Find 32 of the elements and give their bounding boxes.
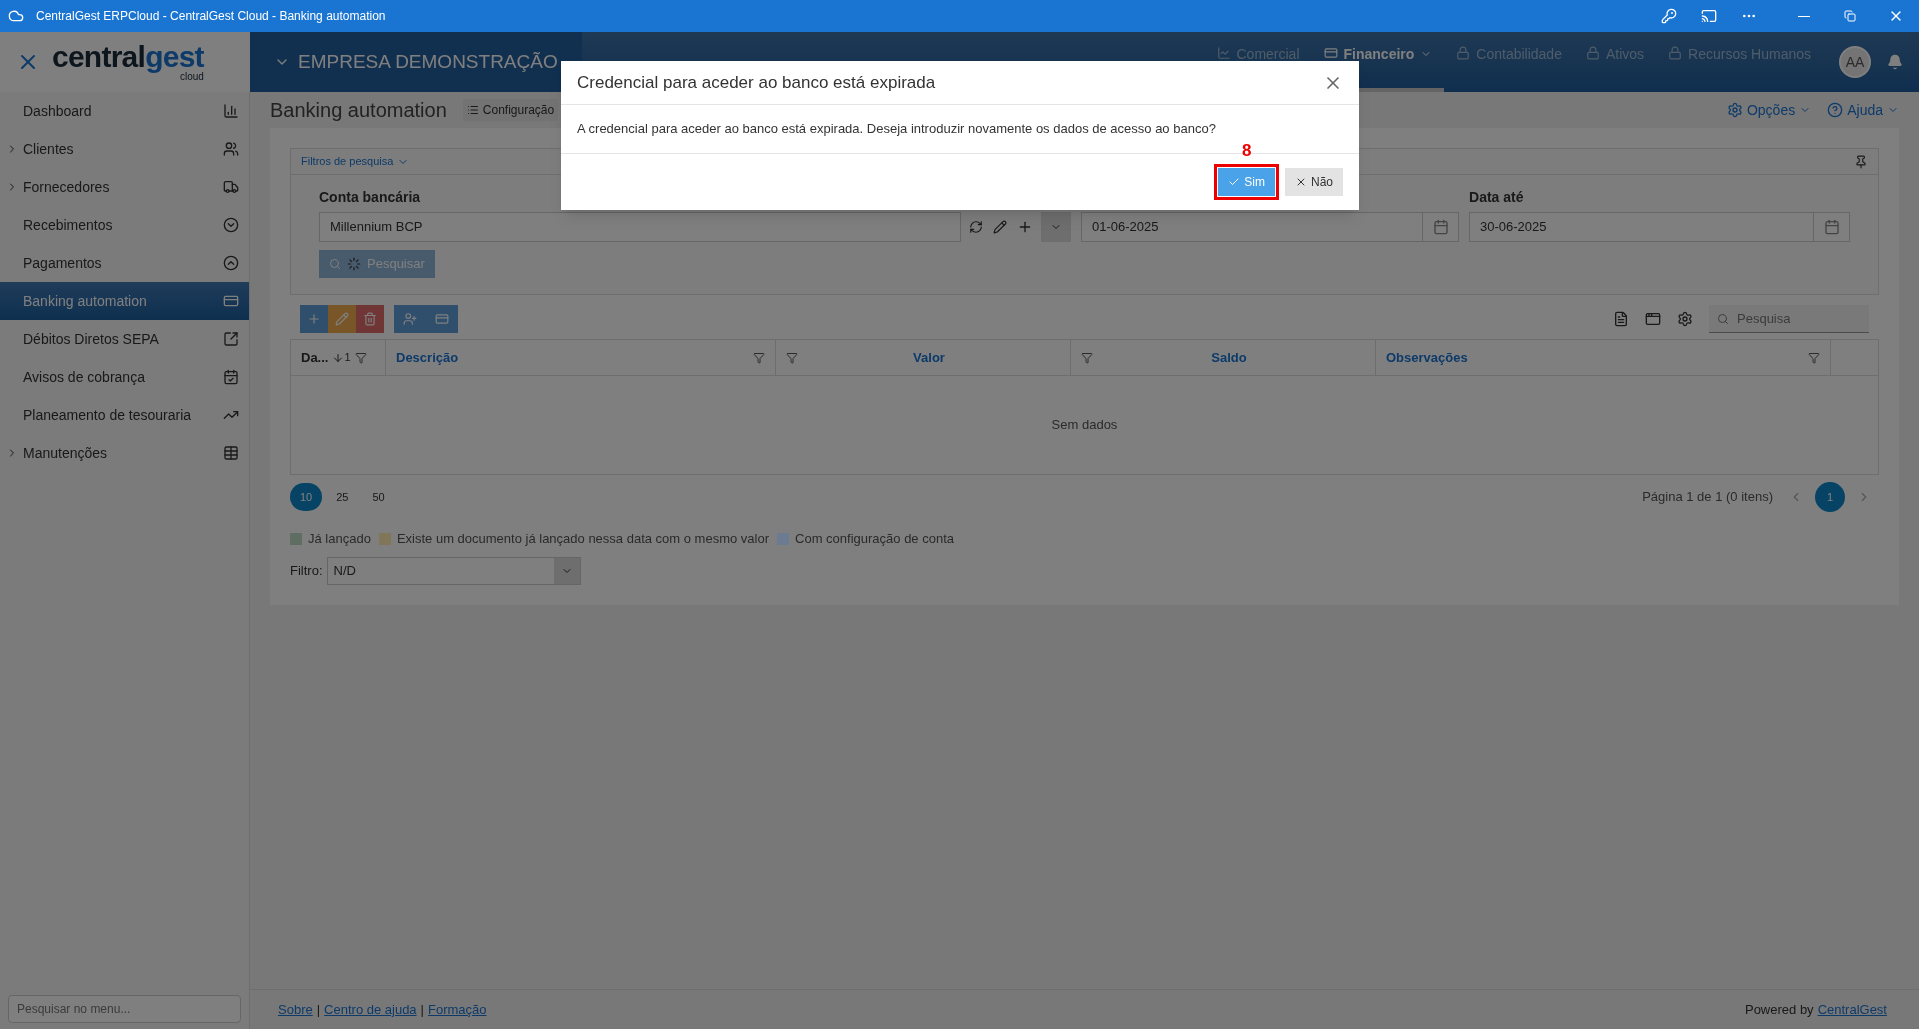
page-info: Página 1 de 1 (0 itens) (1642, 488, 1773, 507)
column-label: Descrição (396, 348, 459, 367)
sidebar-label: Pagamentos (23, 253, 102, 273)
powered-by: Powered by (1744, 1000, 1814, 1019)
legend-label: Com configuração de conta (795, 530, 954, 548)
legend-label: Existe um documento já lançado nessa data com o mesmo valor (396, 530, 770, 548)
step-marker: 8 (1241, 140, 1252, 162)
search-placeholder: Pesquisa (1737, 309, 1791, 328)
column-label: Da... (301, 348, 329, 367)
sidebar-label: Planeamento de tesouraria (23, 405, 192, 425)
legend-label: Já lançado (308, 530, 371, 548)
window-title: CentralGest ERPCloud - CentralGest Cloud - Banking automation (36, 8, 386, 25)
page-title: Banking automation (270, 98, 447, 123)
sidebar-label: Fornecedores (23, 177, 110, 197)
logo: centralgest cloud (52, 42, 204, 82)
separator: | (315, 1000, 322, 1019)
sidebar-label: Clientes (23, 139, 74, 159)
sidebar-label: Avisos de cobrança (23, 367, 145, 387)
sidebar-label: Débitos Diretos SEPA (23, 329, 159, 349)
field-label: Data até (1469, 188, 1525, 207)
empty-message: Sem dados (1051, 416, 1118, 435)
column-label: Valor (913, 348, 945, 367)
sidebar-label: Banking automation (23, 291, 147, 311)
sidebar-label: Dashboard (23, 101, 92, 121)
field-label: Conta bancária (319, 188, 422, 207)
filter-label: Filtro: (290, 561, 323, 580)
sidebar-label: Manutenções (23, 443, 108, 463)
column-label: Saldo (1211, 348, 1247, 367)
separator: | (419, 1000, 425, 1019)
column-label: Observações (1386, 348, 1468, 367)
dialog-message: A credencial para aceder ao banco está expirada. Deseja introduzir novamente os dados de acesso ao banco? (577, 120, 1216, 139)
sidebar-label: Recebimentos (23, 215, 113, 235)
